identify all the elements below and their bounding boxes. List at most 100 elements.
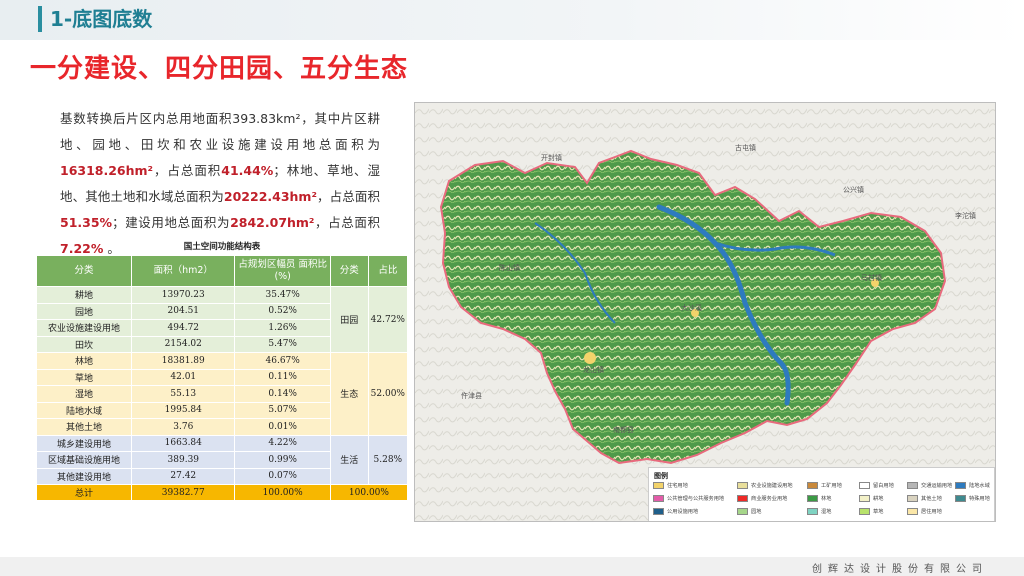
cell-area: 55.13 bbox=[131, 385, 236, 403]
legend-item: 湿地 bbox=[807, 508, 831, 518]
land-structure-table: 分类 面积（hm2） 占规划区幅员 面积比(%) 分类 占比 耕地 13970.… bbox=[35, 255, 409, 501]
cell-total-ratio: 100.00% bbox=[234, 484, 331, 501]
legend-swatch bbox=[859, 482, 870, 489]
place-label: 古屯镇 bbox=[735, 144, 756, 152]
col-header-category: 分类 bbox=[329, 255, 369, 287]
cell-ratio: 5.07% bbox=[234, 401, 331, 419]
cell-ratio: 0.11% bbox=[234, 368, 331, 386]
legend-item: 农业设施建设用地 bbox=[737, 482, 793, 492]
legend-swatch bbox=[955, 495, 966, 502]
para-text-5: ；建设用地总面积为 bbox=[112, 215, 231, 230]
cell-type: 其他土地 bbox=[35, 418, 133, 436]
cell-total-area: 39382.77 bbox=[131, 484, 236, 501]
col-header-area: 面积（hm2） bbox=[131, 255, 236, 287]
legend-label: 公用设施用地 bbox=[667, 509, 699, 515]
legend-label: 特殊用地 bbox=[969, 496, 990, 502]
legend-swatch bbox=[737, 508, 748, 515]
legend-item: 园地 bbox=[737, 508, 761, 518]
cell-category: 田园 bbox=[329, 286, 369, 353]
cell-type: 区域基础设施用地 bbox=[35, 451, 133, 469]
cell-category: 生活 bbox=[329, 434, 369, 485]
legend-item: 住宅用地 bbox=[653, 482, 688, 492]
legend-label: 草地 bbox=[873, 509, 884, 515]
cell-area: 42.01 bbox=[131, 368, 236, 386]
settlement-marker bbox=[584, 352, 596, 364]
place-label: 仵津县 bbox=[461, 392, 482, 400]
place-label: 陈山镇 bbox=[499, 264, 520, 272]
legend-swatch bbox=[807, 495, 818, 502]
legend-item: 居住用地 bbox=[907, 508, 942, 518]
legend-item: 草地 bbox=[859, 508, 883, 518]
cell-type: 耕地 bbox=[35, 286, 133, 304]
para-value-5: 2842.07hm² bbox=[230, 215, 315, 230]
col-header-ratio: 占规划区幅员 面积比(%) bbox=[234, 255, 331, 287]
legend-label: 农业设施建设用地 bbox=[751, 483, 793, 489]
cell-area: 3.76 bbox=[131, 418, 236, 436]
place-label: 龙山镇 bbox=[583, 366, 604, 374]
cell-ratio: 35.47% bbox=[234, 286, 331, 304]
place-label: 马村镇 bbox=[861, 274, 882, 282]
cell-area: 494.72 bbox=[131, 319, 236, 337]
footer-bar: 创辉达设计股份有限公司 bbox=[0, 557, 1024, 576]
legend-swatch bbox=[955, 482, 966, 489]
legend-swatch bbox=[807, 508, 818, 515]
table-row: 城乡建设用地 1663.84 4.22% 生活 5.28% bbox=[35, 434, 409, 485]
cell-ratio: 0.14% bbox=[234, 385, 331, 403]
col-header-type: 分类 bbox=[35, 255, 133, 287]
cell-area: 1995.84 bbox=[131, 401, 236, 419]
legend-item: 其他土地 bbox=[907, 495, 942, 505]
cell-ratio: 1.26% bbox=[234, 319, 331, 337]
cell-area: 13970.23 bbox=[131, 286, 236, 304]
place-label: 李沱镇 bbox=[955, 212, 976, 220]
cell-ratio: 0.99% bbox=[234, 451, 331, 469]
cell-area: 204.51 bbox=[131, 302, 236, 320]
cell-share: 52.00% bbox=[367, 352, 409, 436]
cell-area: 27.42 bbox=[131, 467, 236, 485]
summary-paragraph: 基数转换后片区内总用地面积393.83km²，其中片区耕地、园地、田坎和农业设施… bbox=[60, 106, 380, 262]
legend-label: 公共管理与公共服务用地 bbox=[667, 496, 725, 502]
table-row: 耕地 13970.23 35.47% 田园 42.72% bbox=[35, 286, 409, 353]
page-title: 一分建设、四分田园、五分生态 bbox=[30, 54, 409, 84]
legend-swatch bbox=[807, 482, 818, 489]
legend-label: 工矿用地 bbox=[821, 483, 842, 489]
para-text-4: ，占总面积 bbox=[316, 189, 380, 204]
place-label: 公兴镇 bbox=[843, 186, 864, 194]
cell-type: 草地 bbox=[35, 368, 133, 386]
legend-item: 林地 bbox=[807, 495, 831, 505]
section-title: 1-底图底数 bbox=[50, 7, 153, 31]
place-label: 大沙溪 bbox=[681, 304, 702, 312]
table-caption: 国土空间功能结构表 bbox=[183, 242, 261, 252]
cell-type: 城乡建设用地 bbox=[35, 434, 133, 452]
header-bar: 1-底图底数 bbox=[0, 0, 1024, 40]
legend-label: 湿地 bbox=[821, 509, 832, 515]
legend-label: 林地 bbox=[821, 496, 832, 502]
col-header-share: 占比 bbox=[367, 255, 409, 287]
legend-swatch bbox=[653, 508, 664, 515]
place-label: 开封镇 bbox=[541, 154, 562, 162]
map-graphic bbox=[415, 103, 995, 521]
company-name: 创辉达设计股份有限公司 bbox=[812, 564, 988, 575]
legend-swatch bbox=[737, 482, 748, 489]
legend-label: 耕地 bbox=[873, 496, 884, 502]
legend-label: 居住用地 bbox=[921, 509, 942, 515]
header-accent-bar bbox=[38, 6, 42, 32]
table-row: 林地 18381.89 46.67% 生态 52.00% bbox=[35, 352, 409, 436]
legend-swatch bbox=[907, 508, 918, 515]
legend-swatch bbox=[653, 495, 664, 502]
cell-ratio: 0.52% bbox=[234, 302, 331, 320]
para-value-2: 41.44% bbox=[221, 163, 274, 178]
cell-ratio: 0.07% bbox=[234, 467, 331, 485]
table-total-row: 总计 39382.77 100.00% 100.00% bbox=[35, 484, 409, 501]
table-header-row: 分类 面积（hm2） 占规划区幅员 面积比(%) 分类 占比 bbox=[35, 255, 409, 287]
map-legend: 图例 住宅用地 农业设施建设用地 工矿用地 留白用地 交通运输用地 陆地水域 公… bbox=[648, 467, 995, 521]
para-value-3: 20222.43hm² bbox=[223, 189, 317, 204]
cell-area: 1663.84 bbox=[131, 434, 236, 452]
legend-label: 商业服务业用地 bbox=[751, 496, 788, 502]
legend-item: 交通运输用地 bbox=[907, 482, 952, 492]
legend-title: 图例 bbox=[654, 472, 668, 480]
cell-area: 389.39 bbox=[131, 451, 236, 469]
legend-swatch bbox=[907, 495, 918, 502]
legend-swatch bbox=[737, 495, 748, 502]
legend-label: 其他土地 bbox=[921, 496, 942, 502]
cell-ratio: 4.22% bbox=[234, 434, 331, 452]
